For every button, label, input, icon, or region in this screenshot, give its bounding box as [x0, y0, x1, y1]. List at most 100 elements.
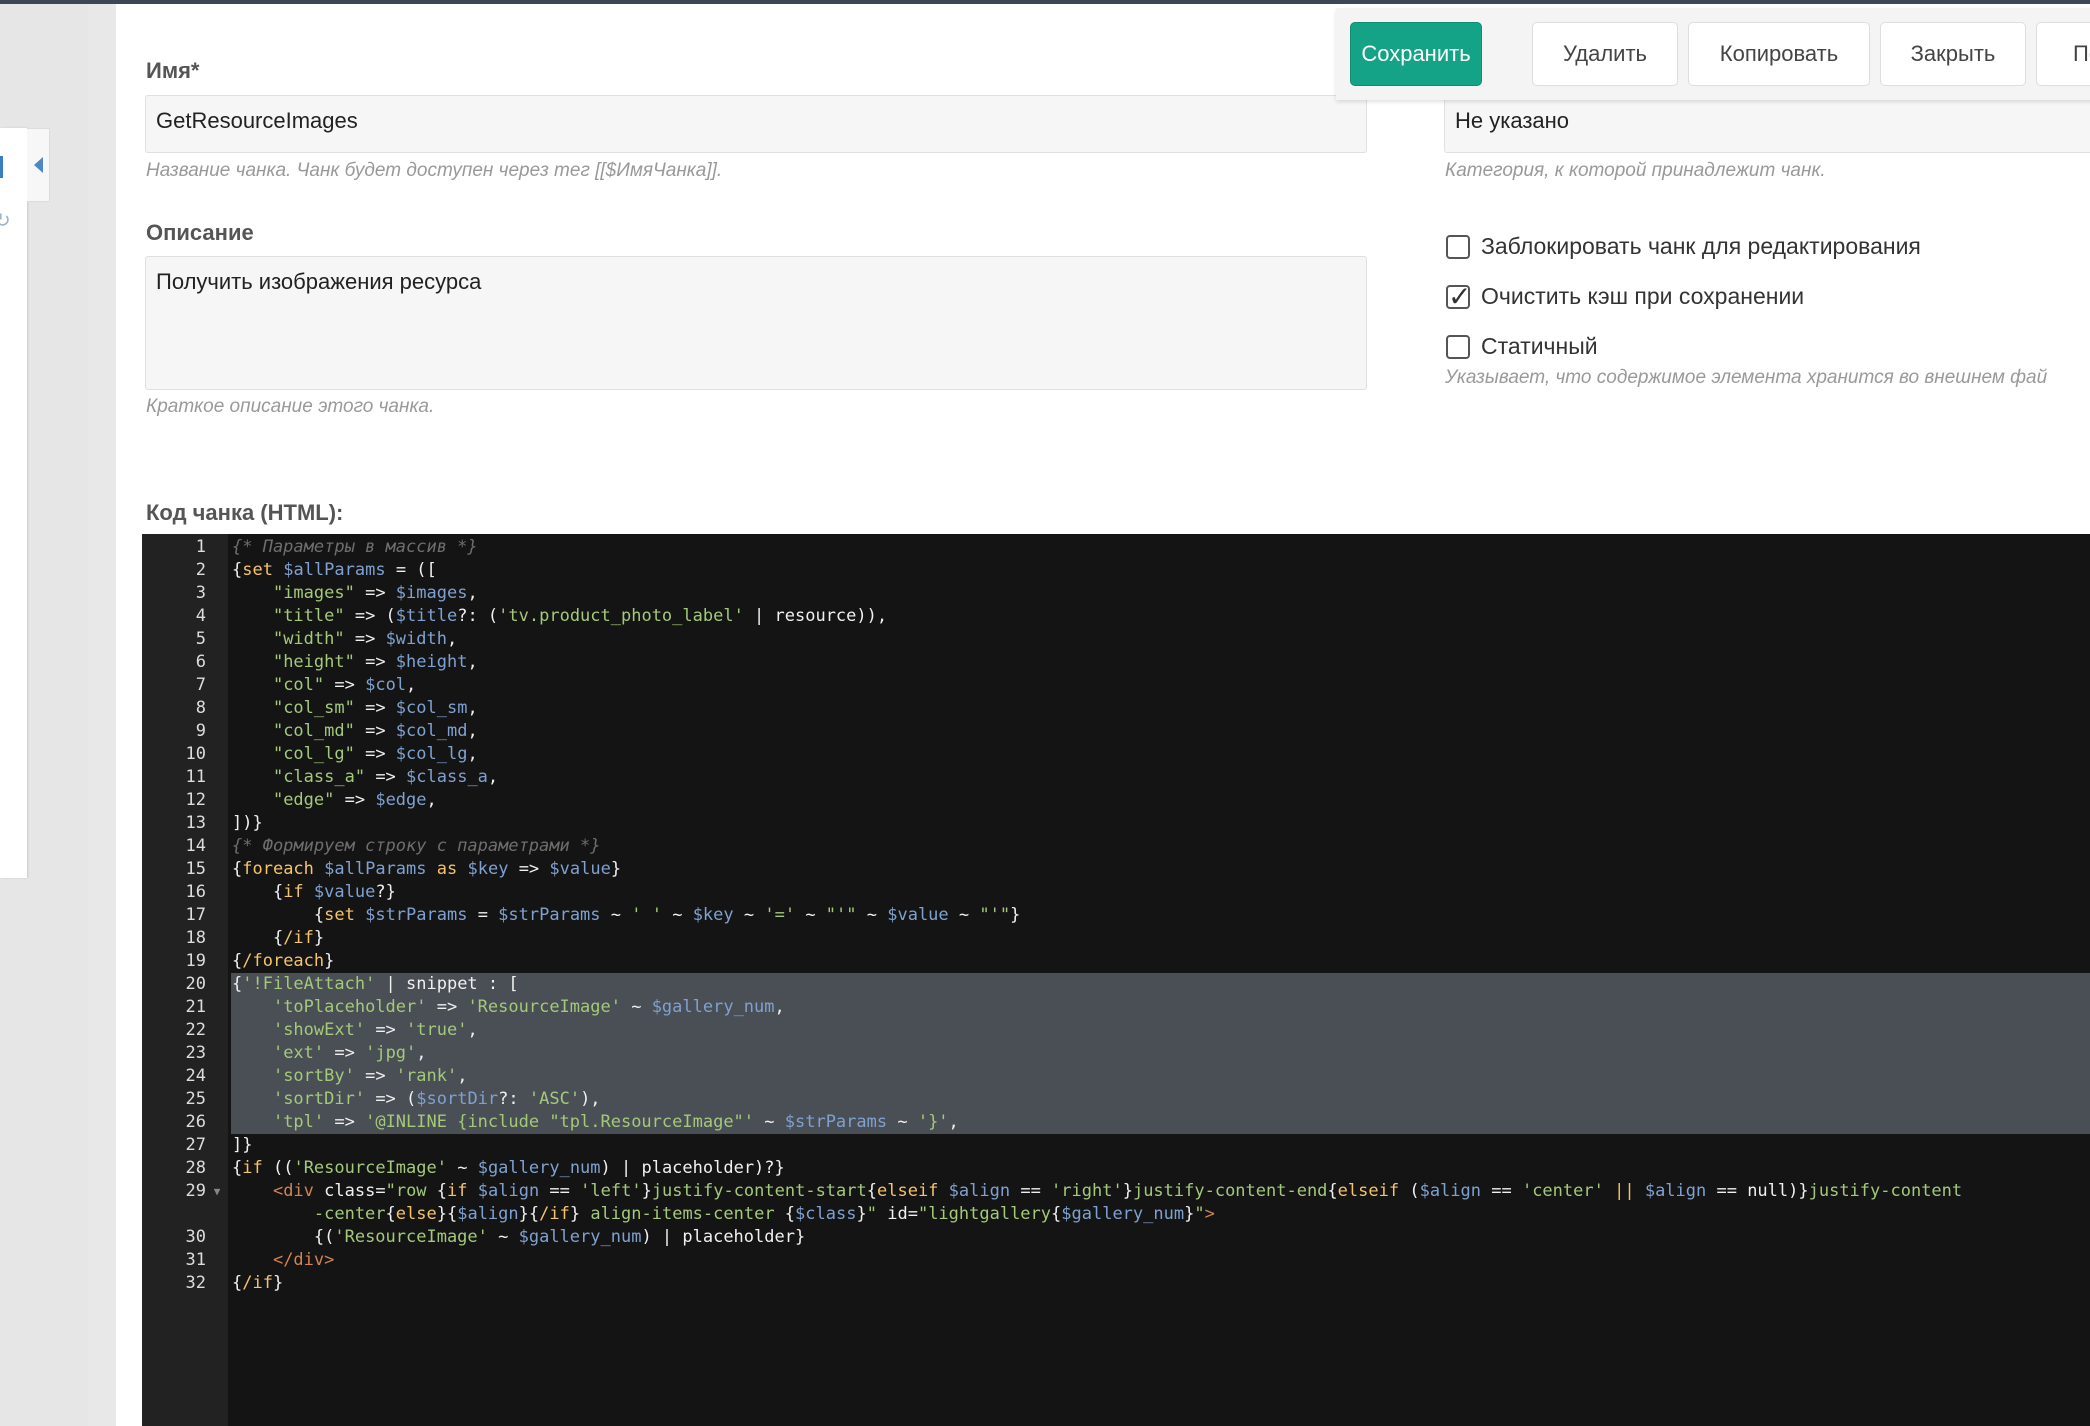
code-token: $gallery_num: [651, 997, 775, 1017]
code-token: '!FileAttach': [242, 974, 376, 994]
code-line: 12 "edge" => $edge,: [142, 789, 1962, 812]
code-token: {: [232, 905, 325, 925]
code-token: ((: [262, 1158, 294, 1178]
resource-tree-panel: ↻: [0, 4, 88, 1426]
fold-space: [206, 651, 228, 674]
line-number: 25: [185, 1089, 206, 1109]
clear-cache-checkbox-row[interactable]: Очистить кэш при сохранении: [1446, 280, 1804, 313]
code-token: ||: [1614, 1181, 1635, 1201]
code-token: $gallery_num: [1061, 1204, 1185, 1224]
category-select[interactable]: Не указано: [1444, 95, 2090, 153]
code-token: =>: [354, 744, 396, 764]
fold-space: [206, 835, 228, 858]
save-button[interactable]: Сохранить: [1350, 22, 1482, 86]
lock-checkbox-row[interactable]: Заблокировать чанк для редактирования: [1446, 233, 1921, 260]
code-token: ~: [754, 1112, 785, 1132]
code-token: $sortDir: [416, 1089, 499, 1109]
description-textarea[interactable]: Получить изображения ресурса: [145, 256, 1367, 390]
code-line: 19 {/foreach}: [142, 950, 1962, 973]
action-toolbar: Сохранить Удалить Копировать Закрыть По: [1336, 8, 2090, 100]
code-editor[interactable]: 1 {* Параметры в массив *} 2 {set $allParam…: [142, 534, 2090, 1426]
line-number: 27: [185, 1135, 206, 1155]
copy-button[interactable]: Копировать: [1688, 22, 1870, 86]
code-token: "class_a": [272, 767, 366, 787]
code-text: {if $value?}: [228, 881, 396, 904]
code-text: 'tpl' => '@INLINE {include "tpl.Resource…: [228, 1111, 959, 1134]
code-token: $col_lg: [395, 744, 468, 764]
delete-button[interactable]: Удалить: [1532, 22, 1678, 86]
code-token: 'ASC': [528, 1089, 581, 1109]
code-token: ,: [948, 1112, 959, 1132]
static-checkbox-row[interactable]: Статичный: [1446, 333, 1598, 360]
static-checkbox[interactable]: [1446, 334, 1470, 359]
code-token: =>: [344, 629, 386, 649]
code-token: }: [1122, 1181, 1133, 1201]
more-button[interactable]: По: [2036, 22, 2090, 86]
line-number: 21: [185, 997, 206, 1017]
code-text: "col_md" => $col_md,: [228, 720, 478, 743]
name-hint: Название чанка. Чанк будет доступен чере…: [146, 160, 723, 181]
line-number: 14: [185, 836, 206, 856]
resource-tree[interactable]: ↻: [0, 128, 27, 878]
code-token: <div: [272, 1181, 314, 1201]
code-token: 'rank': [395, 1066, 458, 1086]
code-line: -center{else}{$align}{/if} align-items-c…: [142, 1203, 1962, 1226]
code-line: 5 "width" => $width,: [142, 628, 1962, 651]
code-token: =>: [365, 1020, 407, 1040]
fold-space: [206, 1249, 228, 1272]
line-number: 13: [185, 813, 206, 833]
code-token: if: [242, 1158, 263, 1178]
fold-space: [206, 904, 228, 927]
code-token: 'ResourceImage': [467, 997, 621, 1017]
code-token: ?:: [498, 1089, 529, 1109]
code-token: $gallery_num: [477, 1158, 601, 1178]
code-token: $edge: [375, 790, 427, 810]
code-token: 'sortDir': [272, 1089, 366, 1109]
code-token: }: [569, 1204, 581, 1224]
code-token: 'tpl': [272, 1112, 325, 1132]
code-text: <div class="row {if $align == 'left'}jus…: [228, 1180, 1962, 1203]
code-line: 21 'toPlaceholder' => 'ResourceImage' ~ …: [142, 996, 1962, 1019]
refresh-icon[interactable]: ↻: [0, 211, 11, 231]
code-text: {/foreach}: [228, 950, 334, 973]
code-text: {if (('ResourceImage' ~ $gallery_num) | …: [228, 1157, 785, 1180]
code-token: => (: [365, 1089, 417, 1109]
code-token: ?: (: [457, 606, 499, 626]
code-token: = ([: [385, 560, 437, 580]
code-token: }: [324, 951, 335, 971]
clear-cache-checkbox[interactable]: [1446, 280, 1471, 313]
code-text: {/if}: [228, 1272, 283, 1295]
line-number: 12: [185, 790, 206, 810]
fold-arrow-icon[interactable]: ▼: [206, 1180, 228, 1203]
code-token: 'jpg': [365, 1043, 417, 1063]
code-token: ~: [733, 905, 765, 925]
fold-space: [206, 674, 228, 697]
line-number: 7: [195, 675, 206, 695]
close-button[interactable]: Закрыть: [1880, 22, 2026, 86]
code-line: 25 'sortDir' => ($sortDir?: 'ASC'),: [142, 1088, 1962, 1111]
code-token: ) | placeholder)?}: [600, 1158, 785, 1178]
code-token: ~: [948, 905, 980, 925]
fold-space: [206, 582, 228, 605]
collapse-tree-button[interactable]: [27, 128, 50, 202]
code-line: 17 {set $strParams = $strParams ~ ' ' ~ …: [142, 904, 1962, 927]
category-hint: Категория, к которой принадлежит чанк.: [1445, 160, 1826, 181]
code-token: $class: [795, 1204, 857, 1224]
lock-checkbox[interactable]: [1446, 234, 1470, 259]
code-token: =>: [426, 997, 468, 1017]
name-input[interactable]: GetResourceImages: [145, 95, 1367, 153]
code-token: 'right': [1051, 1181, 1123, 1201]
code-token: | resource)),: [743, 606, 888, 626]
code-text: 'sortDir' => ($sortDir?: 'ASC'),: [228, 1088, 601, 1111]
code-line: 8 "col_sm" => $col_sm,: [142, 697, 1962, 720]
code-token: "lightgallery: [917, 1204, 1052, 1224]
code-token: }: [641, 1181, 652, 1201]
code-token: {: [385, 1204, 396, 1224]
